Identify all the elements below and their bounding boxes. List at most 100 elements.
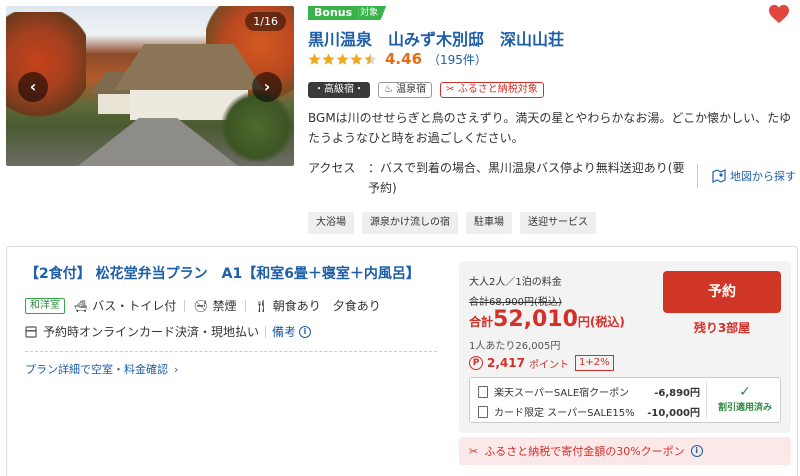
gift-ribbon-icon: ✂ [446, 84, 458, 95]
divider [706, 382, 707, 418]
plan-detail-link[interactable]: プラン詳細で空室・料金確認 › [25, 361, 178, 377]
map-search-link[interactable]: 地図から探す [712, 168, 796, 184]
total-prefix: 合計 [469, 315, 494, 329]
review-count-link[interactable]: （195件） [428, 51, 487, 68]
hotel-description: BGMは川のせせらぎと鳥のさえずり。満天の星とやわらかなお湯。どこか懐かしい、た… [308, 111, 792, 145]
star-icon [336, 53, 349, 65]
total-amount: 52,010 [493, 307, 578, 332]
plan-amenities: 和洋室 🛁︎ バス・トイレ付 🚭︎ 禁煙 🍴︎ 朝食あり 夕食あり [25, 297, 381, 314]
amenity-bath: 🛁︎ バス・トイレ付 [73, 297, 176, 314]
points-label: ポイント [528, 359, 569, 371]
coupon-amount: -6,890円 [654, 388, 700, 399]
photo-counter: 1/16 [245, 12, 286, 31]
ticket-icon [478, 405, 488, 418]
check-icon: ✓ [739, 384, 751, 400]
favorite-heart-icon[interactable] [768, 4, 790, 24]
furusato-banner[interactable]: ✂ ふるさと納税で寄付金額の30%クーポン i [459, 437, 791, 465]
bonus-tag: 対象 [358, 6, 387, 20]
access-info: アクセス ：バスで到着の場合、黒川温泉バス停より無料送迎あり(要予約) [308, 158, 688, 198]
hotel-photo-gallery[interactable]: 1/16 ‹ › [6, 6, 294, 166]
amenity-nosmoking-label: 禁煙 [212, 299, 237, 313]
remarks-label: 備考 [272, 325, 297, 339]
coupon-name: カード限定 スーパーSALE15%… [494, 408, 634, 419]
facility-tags: 大浴場 源泉かけ流しの宿 駐車場 送迎サービス [308, 212, 596, 234]
onsen-badge: ♨ 温泉宿 [378, 82, 433, 98]
photo-scene-tree [6, 12, 86, 122]
access-text: ：バスで到着の場合、黒川温泉バス停より無料送迎あり(要予約) [368, 161, 685, 195]
access-label: アクセス [308, 161, 356, 175]
divider [25, 351, 437, 352]
gift-ribbon-icon: ✂ [469, 444, 479, 458]
cutlery-icon: 🍴︎ [253, 298, 269, 313]
guest-count: 大人2人／1泊の料金 [469, 277, 562, 288]
payment-text: 予約時オンラインカード決済・現地払い [43, 325, 260, 339]
chevron-left-icon: ‹ [29, 77, 37, 96]
price-box: 大人2人／1泊の料金 合計68,900円(税込) 合計 52,010 円(税込)… [459, 261, 791, 433]
prev-photo-button[interactable]: ‹ [18, 72, 48, 102]
per-person-price: 1人あたり26,005円 [469, 341, 561, 352]
furusato-badge-label: ふるさと納税対象 [457, 84, 538, 95]
points-icon: P [469, 356, 483, 370]
star-icon [308, 53, 321, 65]
info-icon: i [299, 325, 312, 338]
rooms-left: 残り3部屋 [693, 321, 751, 335]
hotel-rating: 4.46 （195件） [308, 50, 487, 68]
reserve-button[interactable]: 予約 [663, 271, 781, 313]
total-price: 合計 52,010 円(税込) [469, 307, 625, 332]
points-value: 2,417 [487, 356, 525, 370]
chevron-right-icon: › [263, 77, 271, 96]
coupon-amount: -10,000円 [647, 408, 700, 419]
facility-tag: 大浴場 [308, 212, 354, 234]
star-rating [308, 53, 377, 66]
coupon-row: 楽天スーパーSALE宿クーポン -6,890円 [478, 384, 700, 399]
photo-scene-tree [220, 92, 294, 162]
map-search-label: 地図から探す [730, 170, 796, 183]
amenity-nosmoking: 🚭︎ 禁煙 [193, 297, 236, 314]
coupon-box: 楽天スーパーSALE宿クーポン -6,890円 カード限定 スーパーSALE15… [469, 377, 781, 423]
remarks-link[interactable]: 備考 i [272, 323, 312, 340]
rating-score: 4.46 [385, 50, 423, 68]
amenity-dinner-label: 夕食あり [332, 299, 381, 313]
coupon-row: カード限定 スーパーSALE15%… -10,000円 [478, 404, 700, 419]
luxury-badge: ・高級宿・ [308, 82, 370, 98]
plan-card: 【2食付】 松花堂弁当プラン A1【和室6畳＋寝室＋内風呂】 和洋室 🛁︎ バス・… [6, 246, 798, 476]
payment-info: 予約時オンラインカード決済・現地払い 備考 i [25, 323, 312, 340]
next-photo-button[interactable]: › [252, 72, 282, 102]
bonus-badge: Bonus 対象 [308, 6, 387, 20]
hot-spring-icon: ♨ [384, 84, 397, 95]
chevron-right-icon: › [174, 362, 179, 376]
hotel-badges: ・高級宿・ ♨ 温泉宿 ✂ ふるさと納税対象 [308, 82, 544, 98]
star-icon [322, 53, 335, 65]
amenity-breakfast-label: 朝食あり [272, 299, 321, 313]
facility-tag: 送迎サービス [520, 212, 596, 234]
furusato-badge: ✂ ふるさと納税対象 [440, 82, 544, 98]
map-icon [712, 169, 726, 183]
divider [697, 164, 698, 188]
star-icon [364, 53, 377, 65]
ticket-icon [478, 385, 488, 398]
facility-tag: 駐車場 [466, 212, 512, 234]
coupon-status: ✓ 割引適用済み [710, 384, 780, 413]
bonus-label: Bonus [308, 6, 359, 20]
original-price: 合計68,900円(税込) [469, 297, 562, 308]
coupon-status-label: 割引適用済み [717, 403, 772, 413]
hotel-name-link[interactable]: 黒川温泉 山みず木別邸 深山山荘 [308, 26, 564, 50]
plan-detail-label: プラン詳細で空室・料金確認 [25, 363, 168, 376]
room-type-badge: 和洋室 [25, 297, 65, 314]
points-info: P 2,417 ポイント 1+2% [469, 355, 614, 371]
points-multiplier: 1+2% [574, 355, 614, 371]
info-icon[interactable]: i [690, 445, 703, 457]
furusato-banner-text: ふるさと納税で寄付金額の30%クーポン [484, 445, 685, 458]
card-icon [25, 325, 37, 338]
plan-title-link[interactable]: 【2食付】 松花堂弁当プラン A1【和室6畳＋寝室＋内風呂】 [25, 263, 420, 283]
divider [265, 325, 267, 338]
amenity-bath-label: バス・トイレ付 [92, 299, 177, 313]
bath-icon: 🛁︎ [73, 298, 89, 313]
onsen-badge-label: 温泉宿 [396, 84, 427, 95]
facility-tag: 源泉かけ流しの宿 [362, 212, 458, 234]
coupon-name: 楽天スーパーSALE宿クーポン [494, 388, 630, 399]
amenity-meals: 🍴︎ 朝食あり 夕食あり [254, 297, 381, 314]
photo-scene-path [78, 118, 238, 166]
star-icon [350, 53, 363, 65]
total-suffix: 円(税込) [577, 315, 625, 329]
